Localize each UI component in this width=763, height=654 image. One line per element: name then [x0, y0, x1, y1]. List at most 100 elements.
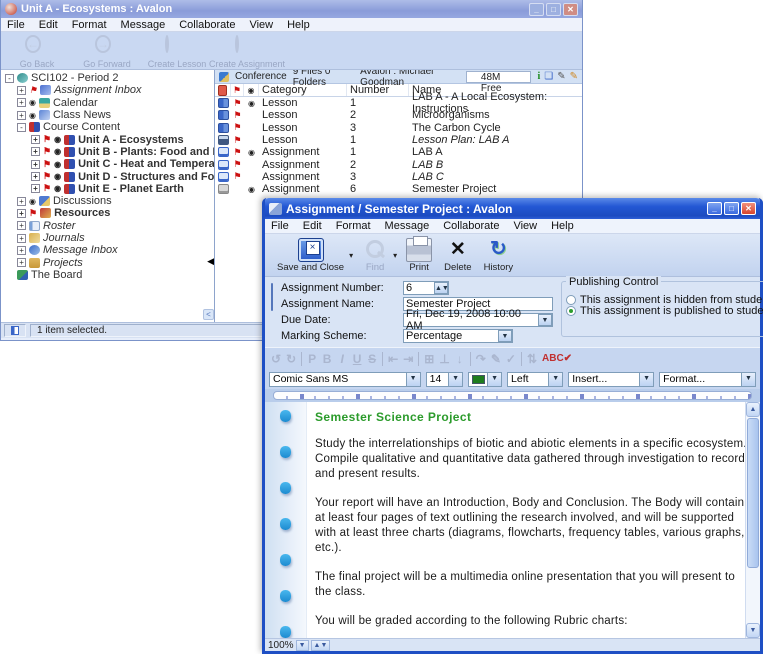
insert-table-icon[interactable]: ⊞ [424, 352, 434, 366]
dropdown-arrow-icon[interactable]: ▾ [393, 251, 397, 260]
menu-item[interactable]: Format [330, 219, 377, 233]
history-button[interactable]: History [480, 237, 518, 274]
chevron-down-icon[interactable]: ▼ [406, 373, 420, 386]
bold-icon[interactable]: B [322, 352, 332, 366]
tree-item[interactable]: + ⚑ ◉ Unit A - Ecosystems [1, 133, 214, 145]
table-row[interactable]: ⚑ ◉ Assignment 3 LAB C [215, 171, 582, 183]
redo-icon[interactable]: ↻ [286, 352, 296, 366]
tree-item[interactable]: + ⚑ ◉ Unit E - Planet Earth [1, 183, 214, 195]
tree-item[interactable]: ⚑ ◉ The Board [1, 269, 214, 281]
find-button[interactable]: Find [358, 237, 392, 274]
document-content[interactable]: Semester Science Project Study the inter… [307, 402, 760, 638]
print-button[interactable]: Print [402, 237, 436, 274]
pin-icon[interactable]: ↓ [455, 352, 465, 366]
insert-combo[interactable]: Insert...▼ [568, 372, 654, 387]
scroll-down-arrow[interactable]: ▼ [746, 623, 760, 638]
menu-item[interactable]: Collaborate [173, 18, 241, 32]
table-row[interactable]: ⚑ ◉ Assignment 1 LAB A [215, 146, 582, 158]
table-row[interactable]: ⚑ ◉ Assignment 6 Semester Project [215, 183, 582, 195]
tree-scroll-left-arrow[interactable]: < [203, 309, 214, 320]
menu-item[interactable]: View [507, 219, 543, 233]
column-category[interactable]: Category [259, 84, 347, 96]
tree-expander[interactable]: + [31, 172, 40, 181]
tree-item[interactable]: + ⚑ ◉ Resources [1, 207, 214, 219]
tree-item[interactable]: - ⚑ ◉ SCI102 - Period 2 [1, 72, 214, 84]
tree-item[interactable]: + ⚑ ◉ Message Inbox [1, 244, 214, 256]
marking-scheme-combo[interactable]: Percentage▼ [403, 329, 513, 343]
strikethrough-icon[interactable]: S [367, 352, 377, 366]
maximize-button[interactable]: □ [724, 202, 739, 215]
tree-item[interactable]: + ⚑ ◉ Unit D - Structures and Forces [1, 170, 214, 182]
splitter-collapse-arrow[interactable]: ◀ [207, 256, 214, 267]
back-titlebar[interactable]: Unit A - Ecosystems : Avalon _ □ ✕ [1, 0, 582, 18]
scroll-up-arrow[interactable]: ▲ [746, 402, 760, 417]
create-assignment-button[interactable]: Create Assignment [217, 35, 277, 69]
menu-item[interactable]: Help [281, 18, 316, 32]
menu-item[interactable]: Format [66, 18, 113, 32]
separator[interactable] [470, 352, 471, 366]
tree-expander[interactable]: + [31, 184, 40, 193]
spinner-buttons[interactable]: ▲▼ [434, 282, 448, 294]
indent-icon[interactable]: ⇥ [403, 352, 413, 366]
tree-expander[interactable]: + [17, 197, 26, 206]
tree-expander[interactable]: + [31, 135, 40, 144]
save-and-close-button[interactable]: Save and Close [273, 237, 348, 274]
font-family-combo[interactable]: Comic Sans MS▼ [269, 372, 421, 387]
table-row[interactable]: ⚑ ◉ Lesson 2 Microorganisms [215, 109, 582, 121]
edit-pencil-icon[interactable]: ✎ [557, 72, 565, 82]
signature-icon[interactable]: ✓ [506, 352, 516, 366]
tree-item[interactable]: + ⚑ ◉ Assignment Inbox [1, 84, 214, 96]
italic-icon[interactable]: I [337, 352, 347, 366]
publishing-option[interactable]: This assignment is published to students… [566, 303, 763, 318]
radio-button[interactable] [566, 306, 576, 316]
due-date-combo[interactable]: Fri, Dec 19, 2008 10:00 AM▼ [403, 313, 553, 327]
separator[interactable] [382, 352, 383, 366]
tree-item[interactable]: + ⚑ ◉ Roster [1, 220, 214, 232]
tree-expander[interactable]: + [17, 234, 26, 243]
table-row[interactable]: ⚑ ◉ Assignment 2 LAB B [215, 158, 582, 170]
tree-expander[interactable]: - [17, 123, 26, 132]
delete-button[interactable]: Delete [440, 237, 475, 274]
alignment-combo[interactable]: Left▼ [507, 372, 563, 387]
separator[interactable] [418, 352, 419, 366]
chevron-down-icon[interactable]: ▼ [639, 373, 653, 386]
quill-icon[interactable]: ✎ [570, 72, 578, 82]
chevron-down-icon[interactable]: ▼ [487, 373, 501, 386]
minimize-button[interactable]: _ [529, 3, 544, 16]
chevron-down-icon[interactable]: ▼ [448, 373, 462, 386]
minimize-button[interactable]: _ [707, 202, 722, 215]
undo-icon[interactable]: ↺ [271, 352, 281, 366]
sort-icon[interactable]: ⇅ [527, 352, 537, 366]
font-color-combo[interactable]: ▼ [468, 372, 502, 387]
tree-item[interactable]: + ⚑ ◉ Class News [1, 109, 214, 121]
table-row[interactable]: ⚑ ◉ Lesson 1 Lesson Plan: LAB A [215, 134, 582, 146]
tree-expander[interactable]: + [17, 221, 26, 230]
pencil-icon[interactable]: ✎ [491, 352, 501, 366]
info-icon[interactable]: i [537, 72, 540, 82]
chevron-down-icon[interactable]: ▼ [538, 314, 552, 326]
dropdown-arrow-icon[interactable]: ▾ [349, 251, 353, 260]
tree-expander[interactable]: + [17, 111, 26, 120]
tree-expander[interactable]: + [17, 209, 26, 218]
zoom-dropdown[interactable]: ▼ [296, 640, 309, 651]
chevron-down-icon[interactable]: ▼ [548, 373, 562, 386]
create-lesson-button[interactable]: Create Lesson [147, 35, 207, 69]
underline-icon[interactable]: U [352, 352, 362, 366]
assignment-number-stepper[interactable]: 6▲▼ [403, 281, 449, 295]
chevron-down-icon[interactable]: ▼ [498, 330, 512, 342]
menu-item[interactable]: Edit [33, 18, 64, 32]
separator[interactable] [301, 352, 302, 366]
anchor-icon[interactable]: ⊥ [439, 352, 449, 366]
menu-item[interactable]: Message [379, 219, 436, 233]
menu-item[interactable]: Message [115, 18, 172, 32]
tree-item[interactable]: + ⚑ ◉ Projects [1, 256, 214, 268]
paragraph-style-icon[interactable]: P [307, 352, 317, 366]
tree-item[interactable]: + ⚑ ◉ Unit C - Heat and Temperature [1, 158, 214, 170]
tree-expander[interactable]: + [17, 246, 26, 255]
format-combo[interactable]: Format...▼ [659, 372, 756, 387]
menu-item[interactable]: View [243, 18, 279, 32]
zoom-stepper[interactable]: ▲▼ [311, 640, 331, 651]
menu-item[interactable]: Edit [297, 219, 328, 233]
tree-item[interactable]: + ⚑ ◉ Journals [1, 232, 214, 244]
close-button[interactable]: ✕ [741, 202, 756, 215]
